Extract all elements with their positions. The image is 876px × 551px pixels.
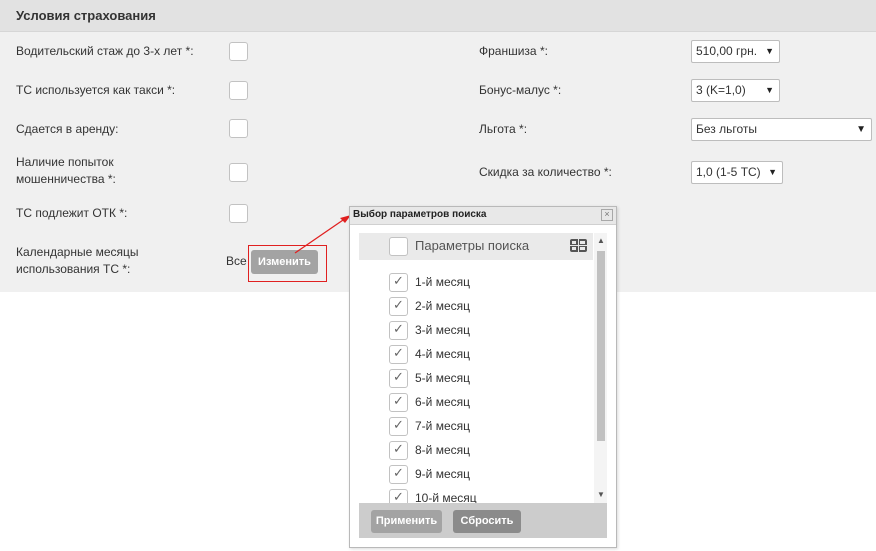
- inspection-checkbox[interactable]: [229, 204, 248, 223]
- rented-label: Сдается в аренду:: [16, 122, 119, 136]
- month-label: 8-й месяц: [415, 443, 471, 457]
- check-icon: ✓: [393, 465, 404, 480]
- driving-experience-label: Водительский стаж до 3-х лет *:: [16, 44, 194, 58]
- list-item[interactable]: ✓ 4-й месяц: [359, 343, 593, 367]
- search-params-dialog: Выбор параметров поиска × Параметры поис…: [349, 206, 617, 548]
- check-icon: ✓: [393, 393, 404, 408]
- bonus-malus-select[interactable]: 3 (K=1,0) ▼: [691, 79, 780, 102]
- month-label: 10-й месяц: [415, 491, 477, 503]
- panel-header: Условия страхования: [0, 0, 876, 32]
- list-header: Параметры поиска: [359, 233, 593, 260]
- list-item[interactable]: ✓ 7-й месяц: [359, 415, 593, 439]
- quantity-discount-select[interactable]: 1,0 (1-5 ТС) ▼: [691, 161, 783, 184]
- close-icon[interactable]: ×: [601, 209, 613, 221]
- list-item[interactable]: ✓ 8-й месяц: [359, 439, 593, 463]
- month-label: 9-й месяц: [415, 467, 471, 481]
- dialog-title-bar: Выбор параметров поиска ×: [350, 207, 616, 225]
- taxi-use-label: ТС используется как такси *:: [16, 83, 176, 97]
- list-item[interactable]: ✓ 1-й месяц: [359, 271, 593, 295]
- rented-checkbox[interactable]: [229, 119, 248, 138]
- usage-months-label-line2: использования ТС *:: [16, 262, 131, 276]
- select-all-checkbox[interactable]: [389, 237, 408, 256]
- grid-icon[interactable]: [570, 239, 587, 252]
- list-item[interactable]: ✓ 10-й месяц: [359, 487, 593, 503]
- month-label: 2-й месяц: [415, 299, 471, 313]
- quantity-discount-value: 1,0 (1-5 ТС): [696, 165, 761, 179]
- deductible-label: Франшиза *:: [479, 44, 548, 58]
- scroll-down-icon[interactable]: ▼: [597, 490, 605, 499]
- check-icon: ✓: [393, 489, 404, 503]
- usage-months-value: Все: [226, 254, 247, 268]
- benefit-value: Без льготы: [696, 122, 758, 136]
- triangle-down-icon: ▼: [765, 46, 774, 56]
- section-title: Условия страхования: [16, 8, 156, 23]
- check-icon: ✓: [393, 297, 404, 312]
- triangle-down-icon: ▼: [768, 167, 777, 177]
- benefit-label: Льгота *:: [479, 122, 528, 136]
- list-item[interactable]: ✓ 3-й месяц: [359, 319, 593, 343]
- triangle-down-icon: ▼: [765, 85, 774, 95]
- quantity-discount-label: Скидка за количество *:: [479, 165, 612, 179]
- deductible-select[interactable]: 510,00 грн. ▼: [691, 40, 780, 63]
- scroll-up-icon[interactable]: ▲: [597, 236, 605, 245]
- triangle-down-icon: ▼: [856, 124, 866, 135]
- reset-button[interactable]: Сбросить: [453, 510, 521, 533]
- check-icon: ✓: [393, 369, 404, 384]
- month-label: 3-й месяц: [415, 323, 471, 337]
- deductible-value: 510,00 грн.: [696, 44, 758, 58]
- check-icon: ✓: [393, 273, 404, 288]
- list-item[interactable]: ✓ 9-й месяц: [359, 463, 593, 487]
- list-item[interactable]: ✓ 2-й месяц: [359, 295, 593, 319]
- month-label: 1-й месяц: [415, 275, 471, 289]
- apply-button[interactable]: Применить: [371, 510, 442, 533]
- month-label: 4-й месяц: [415, 347, 471, 361]
- bonus-malus-label: Бонус-малус *:: [479, 83, 562, 97]
- driving-experience-checkbox[interactable]: [229, 42, 248, 61]
- check-icon: ✓: [393, 417, 404, 432]
- list-item[interactable]: ✓ 6-й месяц: [359, 391, 593, 415]
- check-icon: ✓: [393, 321, 404, 336]
- month-label: 5-й месяц: [415, 371, 471, 385]
- month-label: 6-й месяц: [415, 395, 471, 409]
- fraud-attempts-label-line2: мошенничества *:: [16, 172, 116, 186]
- month-list: Параметры поиска ✓ 1-й месяц ✓ 2-й месяц…: [359, 233, 607, 503]
- dialog-footer: Применить Сбросить: [359, 503, 607, 538]
- dialog-title: Выбор параметров поиска: [353, 209, 487, 220]
- bonus-malus-value: 3 (K=1,0): [696, 83, 746, 97]
- inspection-label: ТС подлежит ОТК *:: [16, 206, 128, 220]
- list-header-label: Параметры поиска: [415, 238, 530, 253]
- list-item[interactable]: ✓ 5-й месяц: [359, 367, 593, 391]
- taxi-use-checkbox[interactable]: [229, 81, 248, 100]
- fraud-attempts-label-line1: Наличие попыток: [16, 155, 114, 169]
- scrollbar-thumb[interactable]: [597, 251, 605, 441]
- month-label: 7-й месяц: [415, 419, 471, 433]
- usage-months-label-line1: Календарные месяцы: [16, 245, 139, 259]
- check-icon: ✓: [393, 441, 404, 456]
- fraud-attempts-checkbox[interactable]: [229, 163, 248, 182]
- check-icon: ✓: [393, 345, 404, 360]
- benefit-select[interactable]: Без льготы ▼: [691, 118, 872, 141]
